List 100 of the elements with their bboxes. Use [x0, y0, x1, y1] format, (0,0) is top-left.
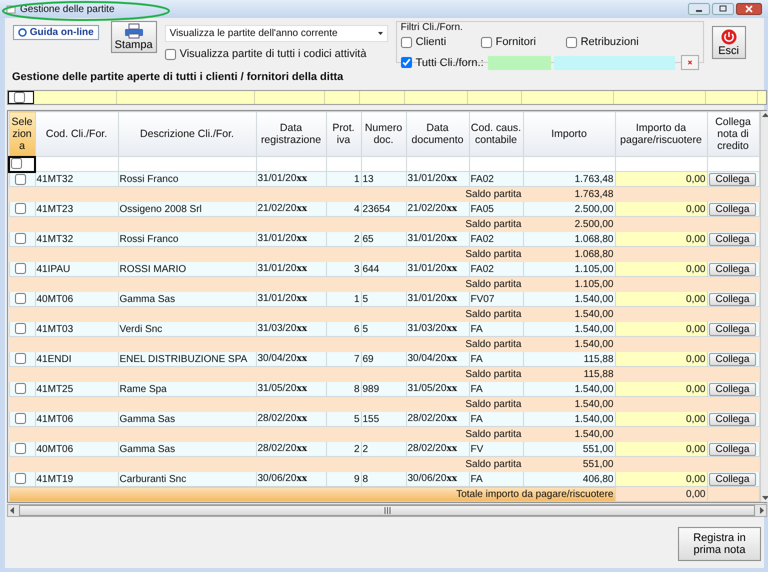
row-checkbox[interactable]	[14, 323, 26, 334]
amount-field[interactable]: 0,00	[615, 382, 707, 396]
clear-button[interactable]	[680, 55, 699, 70]
total-amount: 0,00	[615, 486, 707, 502]
register-button[interactable]: Registra in prima nota	[678, 527, 761, 561]
link-button[interactable]: Collega	[708, 292, 756, 306]
row-checkbox[interactable]	[14, 293, 26, 304]
row-checkbox[interactable]	[14, 413, 26, 424]
table-cell: 5	[361, 292, 406, 306]
table-cell: 1.540,00	[523, 382, 615, 396]
amount-field[interactable]: 0,00	[615, 262, 707, 276]
balance-amount: 551,00	[582, 458, 614, 470]
table-cell: FV07	[469, 292, 523, 306]
table-cell: 41MT25	[35, 382, 118, 396]
table-cell: 1.540,00	[523, 292, 615, 306]
table-cell: Gamma Sas	[118, 292, 256, 306]
table-cell: 5	[326, 412, 361, 426]
amount-field[interactable]: 0,00	[615, 322, 707, 336]
name-field[interactable]	[554, 56, 675, 70]
column-header[interactable]: Cod. caus. contabile	[469, 112, 523, 156]
checkbox[interactable]	[400, 36, 412, 48]
table-cell: Verdi Snc	[118, 322, 256, 336]
column-header[interactable]: Prot. iva	[326, 112, 361, 156]
row-checkbox[interactable]	[14, 353, 26, 364]
link-button[interactable]: Collega	[708, 352, 756, 366]
checkbox-label: Retribuzioni	[580, 35, 639, 50]
table-cell: 30/04/20xx	[256, 352, 326, 366]
table-cell: FA	[469, 412, 523, 426]
table-cell: 1	[326, 172, 361, 186]
link-button[interactable]: Collega	[708, 262, 756, 276]
checkbox[interactable]	[400, 57, 412, 68]
balance-amount: 1.105,00	[574, 278, 614, 290]
amount-field[interactable]: 0,00	[615, 292, 707, 306]
link-button[interactable]: Collega	[708, 202, 756, 216]
table-cell: 31/01/20xx	[406, 262, 469, 276]
amount-field[interactable]: 0,00	[615, 202, 707, 216]
link-button[interactable]: Collega	[708, 172, 756, 186]
checkbox[interactable]	[164, 48, 176, 60]
amount-field[interactable]: 0,00	[615, 172, 707, 186]
balance-label: Saldo partita	[465, 428, 522, 440]
window-title: Gestione delle partite	[20, 2, 115, 16]
link-button[interactable]: Collega	[708, 472, 756, 486]
print-button[interactable]: Stampa	[110, 21, 157, 53]
help-button[interactable]: Guida on-line	[13, 25, 99, 40]
balance-amount: 1.540,00	[574, 308, 614, 320]
link-button[interactable]: Collega	[708, 382, 756, 396]
table-cell: 31/05/20xx	[256, 382, 326, 396]
table-cell: ENEL DISTRIBUZIONE SPA	[118, 352, 256, 366]
exit-button[interactable]: Esci	[712, 26, 746, 59]
row-checkbox[interactable]	[14, 174, 26, 185]
column-header[interactable]: Importo	[523, 112, 615, 156]
column-header[interactable]: Collega nota di credito	[707, 112, 759, 156]
amount-field[interactable]: 0,00	[615, 472, 707, 486]
balance-label: Saldo partita	[465, 368, 522, 380]
table-cell: 41MT03	[35, 322, 118, 336]
table-cell: Gamma Sas	[118, 442, 256, 456]
link-button[interactable]: Collega	[708, 232, 756, 246]
checkbox[interactable]	[14, 92, 24, 103]
column-header[interactable]: Cod. Cli./For.	[35, 112, 118, 156]
table-cell: 30/06/20xx	[406, 472, 469, 486]
row-checkbox[interactable]	[14, 203, 26, 214]
checkbox[interactable]	[11, 158, 22, 170]
link-button[interactable]: Collega	[708, 322, 756, 336]
table-cell: 2	[326, 232, 361, 246]
maximize-icon	[712, 3, 734, 15]
amount-field[interactable]: 0,00	[615, 412, 707, 426]
column-header[interactable]: Importo da pagare/riscuotere	[615, 112, 707, 156]
column-header[interactable]: Data registrazione	[256, 112, 326, 156]
table-cell: 41MT23	[35, 202, 118, 216]
row-checkbox[interactable]	[14, 443, 26, 454]
row-checkbox[interactable]	[14, 233, 26, 244]
row-checkbox[interactable]	[14, 263, 26, 274]
table-cell: 5	[361, 322, 406, 336]
balance-label: Saldo partita	[465, 398, 522, 410]
table-cell: 1.105,00	[523, 262, 615, 276]
caret-icon	[378, 32, 383, 35]
amount-field[interactable]: 0,00	[615, 442, 707, 456]
link-button[interactable]: Collega	[708, 442, 756, 456]
row-checkbox[interactable]	[14, 383, 26, 394]
column-header[interactable]: Numero doc.	[361, 112, 406, 156]
panel-title: Filtri Cli./Forn.	[400, 22, 464, 34]
column-header[interactable]: Data documento	[406, 112, 469, 156]
amount-field[interactable]: 0,00	[615, 352, 707, 366]
column-header[interactable]: Sele zion a	[9, 112, 35, 156]
period-dropdown[interactable]: Visualizza le partite dell'anno corrente	[164, 25, 388, 42]
checkbox[interactable]	[480, 36, 492, 48]
table-cell: 31/01/20xx	[256, 172, 326, 186]
table-cell: 41IPAU	[35, 262, 118, 276]
table-cell: 989	[361, 382, 406, 396]
amount-field[interactable]: 0,00	[615, 232, 707, 246]
column-header[interactable]: Descrizione Cli./For.	[118, 112, 256, 156]
balance-label: Saldo partita	[465, 338, 522, 350]
table-cell: 31/05/20xx	[406, 382, 469, 396]
checkbox-label: Visualizza partite di tutti i codici attività	[180, 47, 366, 62]
code-field[interactable]	[488, 56, 551, 70]
row-checkbox[interactable]	[14, 473, 26, 484]
table-cell: 1.540,00	[523, 322, 615, 336]
checkbox[interactable]	[566, 36, 577, 48]
link-button[interactable]: Collega	[708, 412, 756, 426]
table-cell: 1.068,80	[523, 232, 615, 246]
